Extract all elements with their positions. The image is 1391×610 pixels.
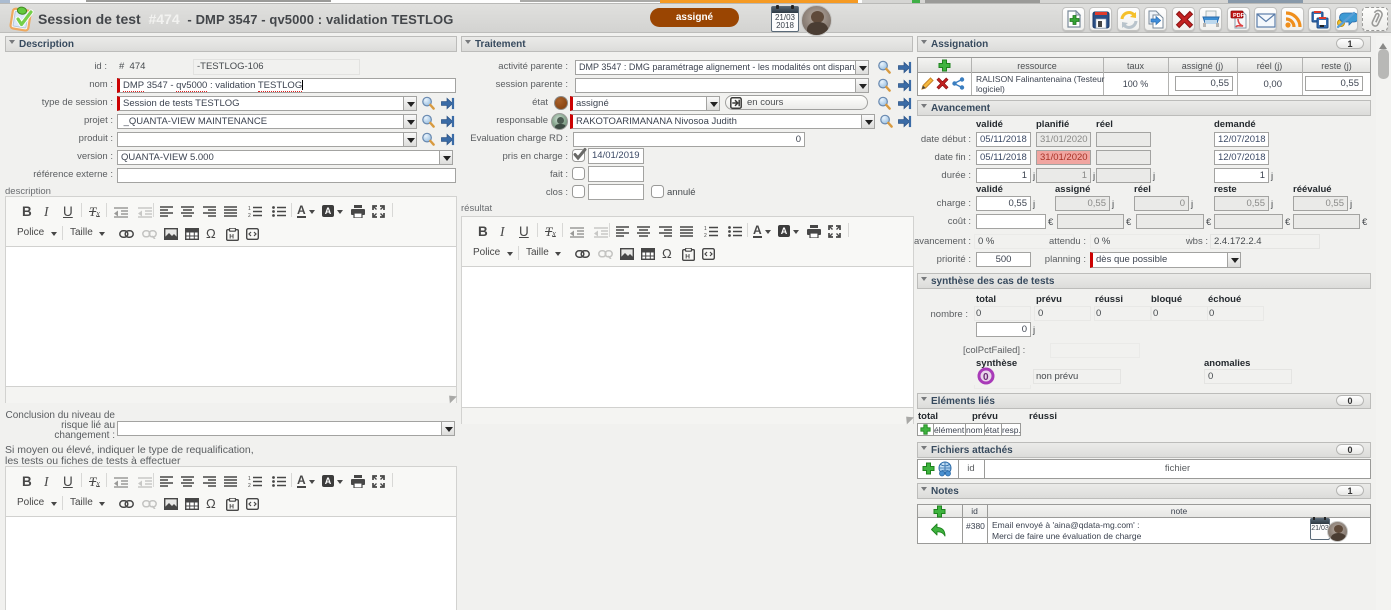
svg-text:H: H <box>685 254 690 261</box>
svg-text:0: 0 <box>983 372 989 383</box>
svg-text:1: 1 <box>704 226 707 232</box>
svg-text:2: 2 <box>248 213 251 217</box>
svg-text:H: H <box>229 234 234 241</box>
svg-text:1: 1 <box>248 476 251 482</box>
svg-text:2: 2 <box>704 233 707 237</box>
svg-text:1: 1 <box>248 206 251 212</box>
svg-text:H: H <box>229 504 234 511</box>
svg-text:2: 2 <box>248 483 251 487</box>
svg-text:PDF: PDF <box>1233 13 1245 19</box>
